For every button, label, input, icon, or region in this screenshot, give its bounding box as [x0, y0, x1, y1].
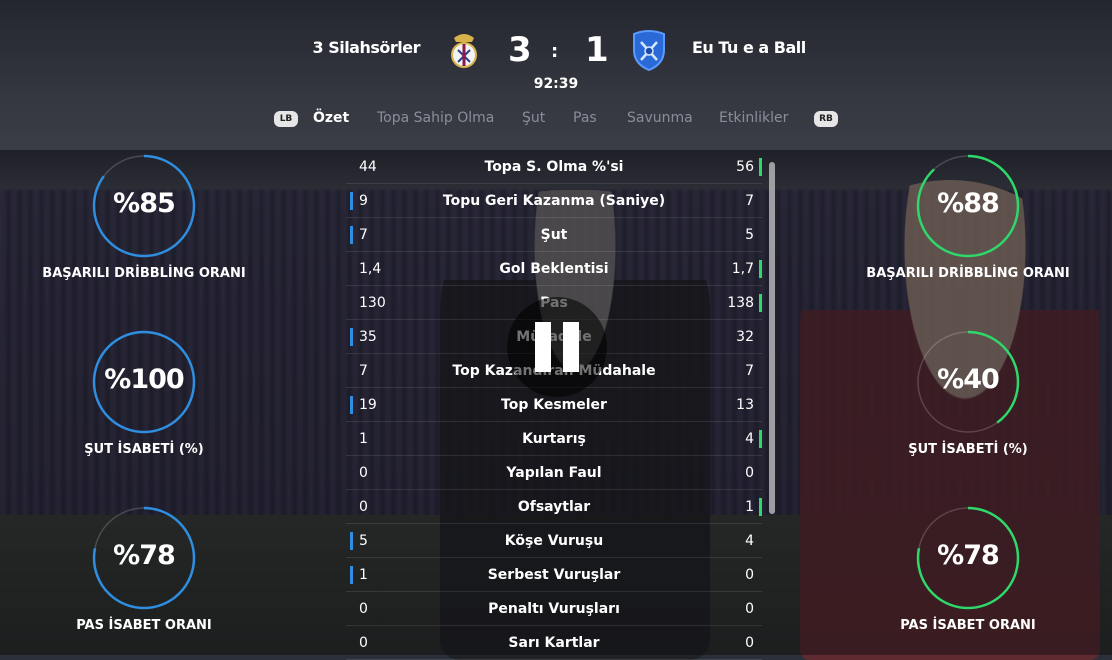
scorebar: 3 Silahsörler 3 : 1 Eu Tu e a Ball 92:39: [0, 14, 1112, 92]
real-madrid-crest-icon: [451, 34, 477, 68]
tab-pas[interactable]: Pas: [573, 110, 597, 126]
home-gauge: %78: [92, 506, 196, 610]
away-stat-value: 1,7: [731, 261, 754, 277]
stat-row: 9 Topu Geri Kazanma (Saniye) 7: [346, 184, 762, 218]
stat-row: 0 Ofsaytlar 1: [346, 490, 762, 524]
stat-label: Topu Geri Kazanma (Saniye): [442, 193, 666, 209]
away-stat-value: 0: [745, 635, 754, 651]
away-stat-value: 4: [745, 533, 754, 549]
away-gauge-value: %88: [937, 188, 1000, 219]
away-team-name: Eu Tu e a Ball: [692, 38, 806, 57]
home-gauge: %85: [92, 154, 196, 258]
away-stat-value: 0: [745, 465, 754, 481]
home-gauge-value: %85: [113, 188, 176, 219]
away-gauge-label: ŞUT İSABETİ (%): [908, 442, 1028, 457]
tab-etkinlikler[interactable]: Etkinlikler: [719, 110, 788, 126]
away-score: 1: [585, 30, 609, 70]
stats-scrollbar[interactable]: [769, 162, 775, 514]
stat-row: 5 Köşe Vuruşu 4: [346, 524, 762, 558]
stat-label: Sarı Kartlar: [508, 635, 600, 651]
stats-table: 44 Topa S. Olma %'si 56 9 Topu Geri Kazanma …: [346, 150, 762, 660]
rb-button-icon[interactable]: RB: [814, 111, 838, 127]
away-stat-value: 0: [745, 567, 754, 583]
tab-ozet[interactable]: Özet: [313, 110, 349, 126]
score-separator: :: [551, 41, 559, 62]
stat-label: Topa S. Olma %'si: [484, 159, 624, 175]
away-stat-value: 4: [745, 431, 754, 447]
lb-button-icon[interactable]: LB: [274, 111, 298, 127]
away-stat-value: 5: [745, 227, 754, 243]
tab-topa-sahip-olma[interactable]: Topa Sahip Olma: [377, 110, 494, 126]
away-gauge: %78: [916, 506, 1020, 610]
away-stat-value: 1: [745, 499, 754, 515]
home-gauge-label: ŞUT İSABETİ (%): [84, 442, 204, 457]
tab-savunma[interactable]: Savunma: [627, 110, 693, 126]
home-gauge-label: BAŞARILI DRİBBLİNG ORANI: [42, 266, 246, 281]
stat-label: Gol Beklentisi: [499, 261, 609, 277]
home-team-name: 3 Silahsörler: [312, 38, 420, 57]
away-gauge: %40: [916, 330, 1020, 434]
stats-tabs: LB Özet Topa Sahip Olma Şut Pas Savunma …: [0, 108, 1112, 130]
away-stat-value: 138: [727, 295, 754, 311]
stat-row: 1,4 Gol Beklentisi 1,7: [346, 252, 762, 286]
stat-row: 0 Yapılan Faul 0: [346, 456, 762, 490]
away-gauge-value: %40: [937, 364, 1000, 395]
stat-label: Ofsaytlar: [517, 499, 591, 515]
away-stat-value: 0: [745, 601, 754, 617]
stat-label: Köşe Vuruşu: [504, 533, 604, 549]
home-gauge-value: %78: [113, 540, 176, 571]
away-gauge-label: PAS İSABET ORANI: [900, 618, 1036, 633]
pause-icon[interactable]: [507, 297, 607, 397]
shield-crest-icon: [633, 30, 665, 72]
stat-label: Top Kesmeler: [501, 397, 607, 413]
stat-label: Serbest Vuruşlar: [487, 567, 621, 583]
away-stat-value: 7: [745, 363, 754, 379]
away-gauge-label: BAŞARILI DRİBBLİNG ORANI: [866, 266, 1070, 281]
stat-row: 1 Kurtarış 4: [346, 422, 762, 456]
stat-row: 1 Serbest Vuruşlar 0: [346, 558, 762, 592]
away-stat-value: 7: [745, 193, 754, 209]
away-gauge-value: %78: [937, 540, 1000, 571]
stat-label: Şut: [540, 227, 568, 243]
match-clock: 92:39: [533, 76, 579, 92]
away-gauge: %88: [916, 154, 1020, 258]
home-gauge-value: %100: [104, 364, 184, 395]
stat-row: 44 Topa S. Olma %'si 56: [346, 150, 762, 184]
stat-label: Yapılan Faul: [506, 465, 602, 481]
stat-row: 0 Penaltı Vuruşları 0: [346, 592, 762, 626]
home-gauge-label: PAS İSABET ORANI: [76, 618, 212, 633]
stat-label: Penaltı Vuruşları: [488, 601, 620, 617]
stat-row: 7 Şut 5: [346, 218, 762, 252]
away-stat-value: 13: [736, 397, 754, 413]
tab-sut[interactable]: Şut: [522, 110, 545, 126]
home-gauge: %100: [92, 330, 196, 434]
away-stat-value: 32: [736, 329, 754, 345]
stat-label: Kurtarış: [522, 431, 586, 447]
away-stat-value: 56: [736, 159, 754, 175]
home-score: 3: [508, 30, 532, 70]
